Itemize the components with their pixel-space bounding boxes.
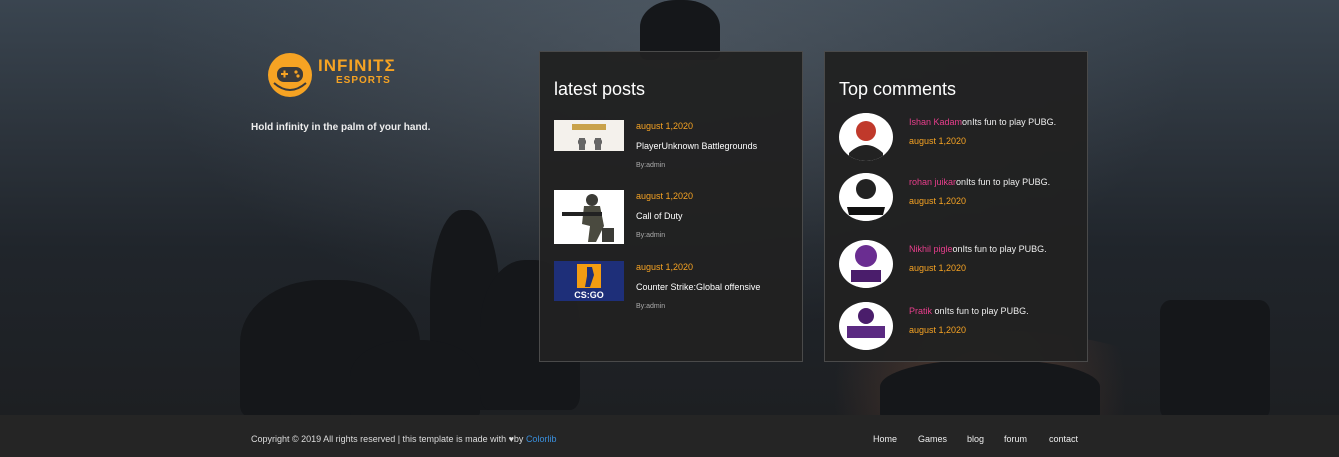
comment-item[interactable]: rohan juikaronIts fun to play PUBG. augu…	[839, 173, 1079, 223]
footer-nav-contact[interactable]: contact	[1049, 434, 1078, 444]
post-thumbnail-cod	[554, 190, 624, 244]
comment-date: august 1,2020	[909, 263, 967, 273]
footer-nav-home[interactable]: Home	[873, 434, 897, 444]
post-item[interactable]: august 1,2020 PlayerUnknown Battleground…	[554, 120, 794, 176]
avatar	[839, 173, 893, 221]
latest-posts-heading: latest posts	[554, 79, 646, 99]
colorlib-link[interactable]: Colorlib	[526, 434, 557, 444]
post-thumbnail-pubg	[554, 120, 624, 151]
avatar	[839, 302, 893, 350]
comment-text: Ishan KadamonIts fun to play PUBG.	[909, 117, 1057, 127]
comment-text: rohan juikaronIts fun to play PUBG.	[909, 177, 1051, 187]
comment-item[interactable]: Ishan KadamonIts fun to play PUBG. augus…	[839, 113, 1079, 163]
post-author: By:admin	[636, 162, 666, 169]
latest-posts-panel: latest posts august 1,2020 PlayerUnknown…	[539, 51, 803, 362]
gamepad-icon	[268, 53, 312, 97]
post-thumbnail-csgo: CS:GO	[554, 261, 624, 301]
comment-date: august 1,2020	[909, 325, 967, 335]
post-title[interactable]: Call of Duty	[636, 211, 683, 221]
post-title[interactable]: Counter Strike:Global offensive	[636, 282, 760, 292]
post-date: august 1,2020	[636, 191, 694, 201]
post-item[interactable]: august 1,2020 Call of Duty By:admin	[554, 190, 794, 246]
top-comments-panel: Top comments Ishan KadamonIts fun to pla…	[824, 51, 1088, 362]
brand-subtitle: ESPORTS	[336, 75, 391, 86]
commenter-name[interactable]: Ishan Kadam	[909, 117, 962, 127]
avatar	[839, 113, 893, 161]
post-date: august 1,2020	[636, 121, 694, 131]
footer-nav-games[interactable]: Games	[918, 434, 947, 444]
comment-item[interactable]: Pratik onIts fun to play PUBG. august 1,…	[839, 302, 1079, 352]
post-author: By:admin	[636, 303, 666, 310]
avatar	[839, 240, 893, 288]
comment-text: Pratik onIts fun to play PUBG.	[909, 306, 1029, 316]
comment-date: august 1,2020	[909, 196, 967, 206]
top-comments-heading: Top comments	[839, 79, 957, 99]
brand-logo[interactable]: INFINITΣ ESPORTS	[268, 53, 438, 99]
post-author: By:admin	[636, 232, 666, 239]
post-date: august 1,2020	[636, 262, 694, 272]
comment-text: Nikhil pigleonIts fun to play PUBG.	[909, 244, 1047, 254]
copyright: Copyright © 2019 All rights reserved | t…	[251, 434, 557, 444]
comment-date: august 1,2020	[909, 136, 967, 146]
post-title[interactable]: PlayerUnknown Battlegrounds	[636, 141, 757, 151]
comment-item[interactable]: Nikhil pigleonIts fun to play PUBG. augu…	[839, 240, 1079, 290]
footer-nav-blog[interactable]: blog	[967, 434, 984, 444]
commenter-name[interactable]: rohan juikar	[909, 177, 956, 187]
commenter-name[interactable]: Pratik	[909, 306, 932, 316]
brand-name: INFINITΣ	[318, 56, 396, 75]
svg-text:CS:GO: CS:GO	[574, 290, 604, 300]
post-item[interactable]: CS:GO august 1,2020 Counter Strike:Globa…	[554, 261, 794, 317]
commenter-name[interactable]: Nikhil pigle	[909, 244, 953, 254]
brand-tagline: Hold infinity in the palm of your hand.	[251, 122, 431, 133]
footer-nav-forum[interactable]: forum	[1004, 434, 1027, 444]
site-footer: Copyright © 2019 All rights reserved | t…	[0, 415, 1339, 457]
